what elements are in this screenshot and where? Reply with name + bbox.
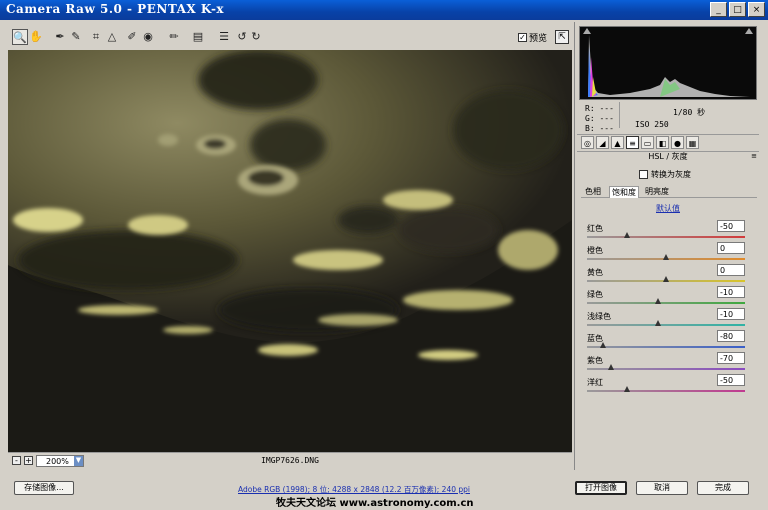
iso-value: ISO 250 — [635, 120, 669, 129]
slider-value-input[interactable]: -50 — [717, 374, 745, 386]
slider-label: 黄色 — [587, 268, 603, 277]
color-sampler-tool-icon[interactable]: ✎ — [68, 29, 84, 45]
graduated-filter-icon[interactable]: ▤ — [190, 29, 206, 45]
green-readout: G: --- — [585, 114, 614, 123]
moon-surface-image — [8, 50, 572, 452]
title-bar: Camera Raw 5.0 - PENTAX K-x _ □ × — [0, 0, 768, 20]
slider-label: 红色 — [587, 224, 603, 233]
shutter-speed: 1/80 秒 — [673, 108, 706, 117]
convert-grayscale-toggle[interactable]: 转换为灰度 — [639, 169, 691, 180]
slider-thumb[interactable] — [655, 320, 662, 326]
slider-label: 洋红 — [587, 378, 603, 387]
watermark-text: 牧夫天文论坛 www.astronomy.com.cn — [276, 498, 474, 509]
adjustment-panel: R: --- G: --- B: --- 1/80 秒 ISO 250 ◎ ◢ ▲ ≡… — [574, 22, 761, 470]
slider-value-input[interactable]: 0 — [717, 242, 745, 254]
slider-track[interactable] — [587, 390, 745, 392]
slider-thumb[interactable] — [623, 232, 630, 238]
hand-tool-icon[interactable]: ✋ — [28, 29, 44, 45]
close-button[interactable]: × — [748, 2, 765, 17]
white-balance-tool-icon[interactable]: ✒ — [52, 29, 68, 45]
save-image-button[interactable]: 存储图像... — [14, 481, 74, 495]
panel-tab-7-icon[interactable]: ▦ — [686, 136, 699, 149]
histogram-graph — [588, 35, 750, 97]
panel-title: HSL / 灰度 — [648, 152, 688, 161]
slider-value-input[interactable]: -70 — [717, 352, 745, 364]
subtab-0[interactable]: 色相 — [583, 186, 603, 197]
cancel-button[interactable]: 取消 — [636, 481, 688, 495]
subtab-1[interactable]: 饱和度 — [609, 186, 639, 198]
panel-menu-icon[interactable]: ≡ — [751, 152, 757, 160]
convert-grayscale-label: 转换为灰度 — [651, 170, 691, 179]
maximize-button[interactable]: □ — [729, 2, 746, 17]
window-title: Camera Raw 5.0 - PENTAX K-x — [6, 2, 225, 16]
panel-tab-4-icon[interactable]: ▭ — [641, 136, 654, 149]
slider-label: 绿色 — [587, 290, 603, 299]
subtab-2[interactable]: 明亮度 — [643, 186, 671, 197]
done-button[interactable]: 完成 — [697, 481, 749, 495]
slider-row: 洋红 -50 — [585, 374, 749, 399]
straighten-tool-icon[interactable]: △ — [104, 29, 120, 45]
blue-readout: B: --- — [585, 124, 614, 133]
red-readout: R: --- — [585, 104, 614, 113]
panel-tab-2-icon[interactable]: ▲ — [611, 136, 624, 149]
preview-toggle[interactable]: ✓ 预览 — [518, 31, 547, 44]
slider-thumb[interactable] — [663, 276, 669, 282]
crop-tool-icon[interactable]: ⌗ — [88, 29, 104, 45]
filename-label: IMGP7626.DNG — [261, 456, 319, 465]
panel-tab-1-icon[interactable]: ◢ — [596, 136, 609, 149]
readout-divider — [619, 102, 620, 128]
open-image-button[interactable]: 打开图像 — [575, 481, 627, 495]
slider-value-input[interactable]: -10 — [717, 286, 745, 298]
adjustment-brush-icon[interactable]: ✏ — [166, 29, 182, 45]
panel-tab-6-icon[interactable]: ● — [671, 136, 684, 149]
slider-thumb[interactable] — [655, 298, 662, 304]
convert-grayscale-checkbox[interactable] — [639, 170, 648, 179]
histogram — [579, 26, 757, 100]
slider-thumb[interactable] — [623, 386, 630, 392]
slider-track[interactable] — [587, 324, 745, 326]
status-bar: - + 200% ▼ IMGP7626.DNG — [8, 452, 572, 469]
slider-label: 浅绿色 — [587, 312, 611, 321]
minimize-button[interactable]: _ — [710, 2, 727, 17]
slider-value-input[interactable]: -80 — [717, 330, 745, 342]
window-controls: _ □ × — [710, 2, 765, 17]
hsl-subtabs: 色相 饱和度 明亮度 — [581, 186, 757, 198]
panel-tab-0-icon[interactable]: ◎ — [581, 136, 594, 149]
panel-tab-5-icon[interactable]: ◧ — [656, 136, 669, 149]
slider-label: 紫色 — [587, 356, 603, 365]
slider-value-input[interactable]: 0 — [717, 264, 745, 276]
slider-value-input[interactable]: -50 — [717, 220, 745, 232]
slider-track[interactable] — [587, 346, 745, 348]
default-link[interactable]: 默认值 — [575, 203, 761, 214]
slider-track[interactable] — [587, 302, 745, 304]
red-eye-tool-icon[interactable]: ◉ — [140, 29, 156, 45]
slider-track[interactable] — [587, 236, 745, 238]
preview-label: 预览 — [529, 34, 548, 44]
preview-checkbox[interactable]: ✓ — [518, 33, 527, 42]
slider-thumb[interactable] — [607, 364, 614, 370]
fullscreen-icon[interactable]: ⇱ — [555, 30, 569, 44]
preferences-icon[interactable]: ☰ — [216, 29, 232, 45]
rgb-readout: R: --- G: --- B: --- — [585, 104, 614, 134]
spot-removal-tool-icon[interactable]: ✐ — [124, 29, 140, 45]
zoom-tool-icon[interactable]: 🔍 — [12, 29, 28, 45]
slider-thumb[interactable] — [599, 342, 606, 348]
slider-value-input[interactable]: -10 — [717, 308, 745, 320]
slider-thumb[interactable] — [663, 254, 669, 260]
panel-tab-bar: ◎ ◢ ▲ ≡ ▭ ◧ ● ▦ — [577, 134, 759, 152]
image-preview[interactable] — [8, 50, 572, 452]
slider-label: 橙色 — [587, 246, 603, 255]
toolbar: ✓ 预览 ⇱ 🔍 ✋ ✒ ✎ ⌗ △ ✐ ◉ ✏ ▤ ☰ ↺ ↻ — [8, 26, 572, 50]
rotate-right-icon[interactable]: ↻ — [248, 29, 264, 45]
panel-tab-3-icon[interactable]: ≡ — [626, 136, 639, 149]
